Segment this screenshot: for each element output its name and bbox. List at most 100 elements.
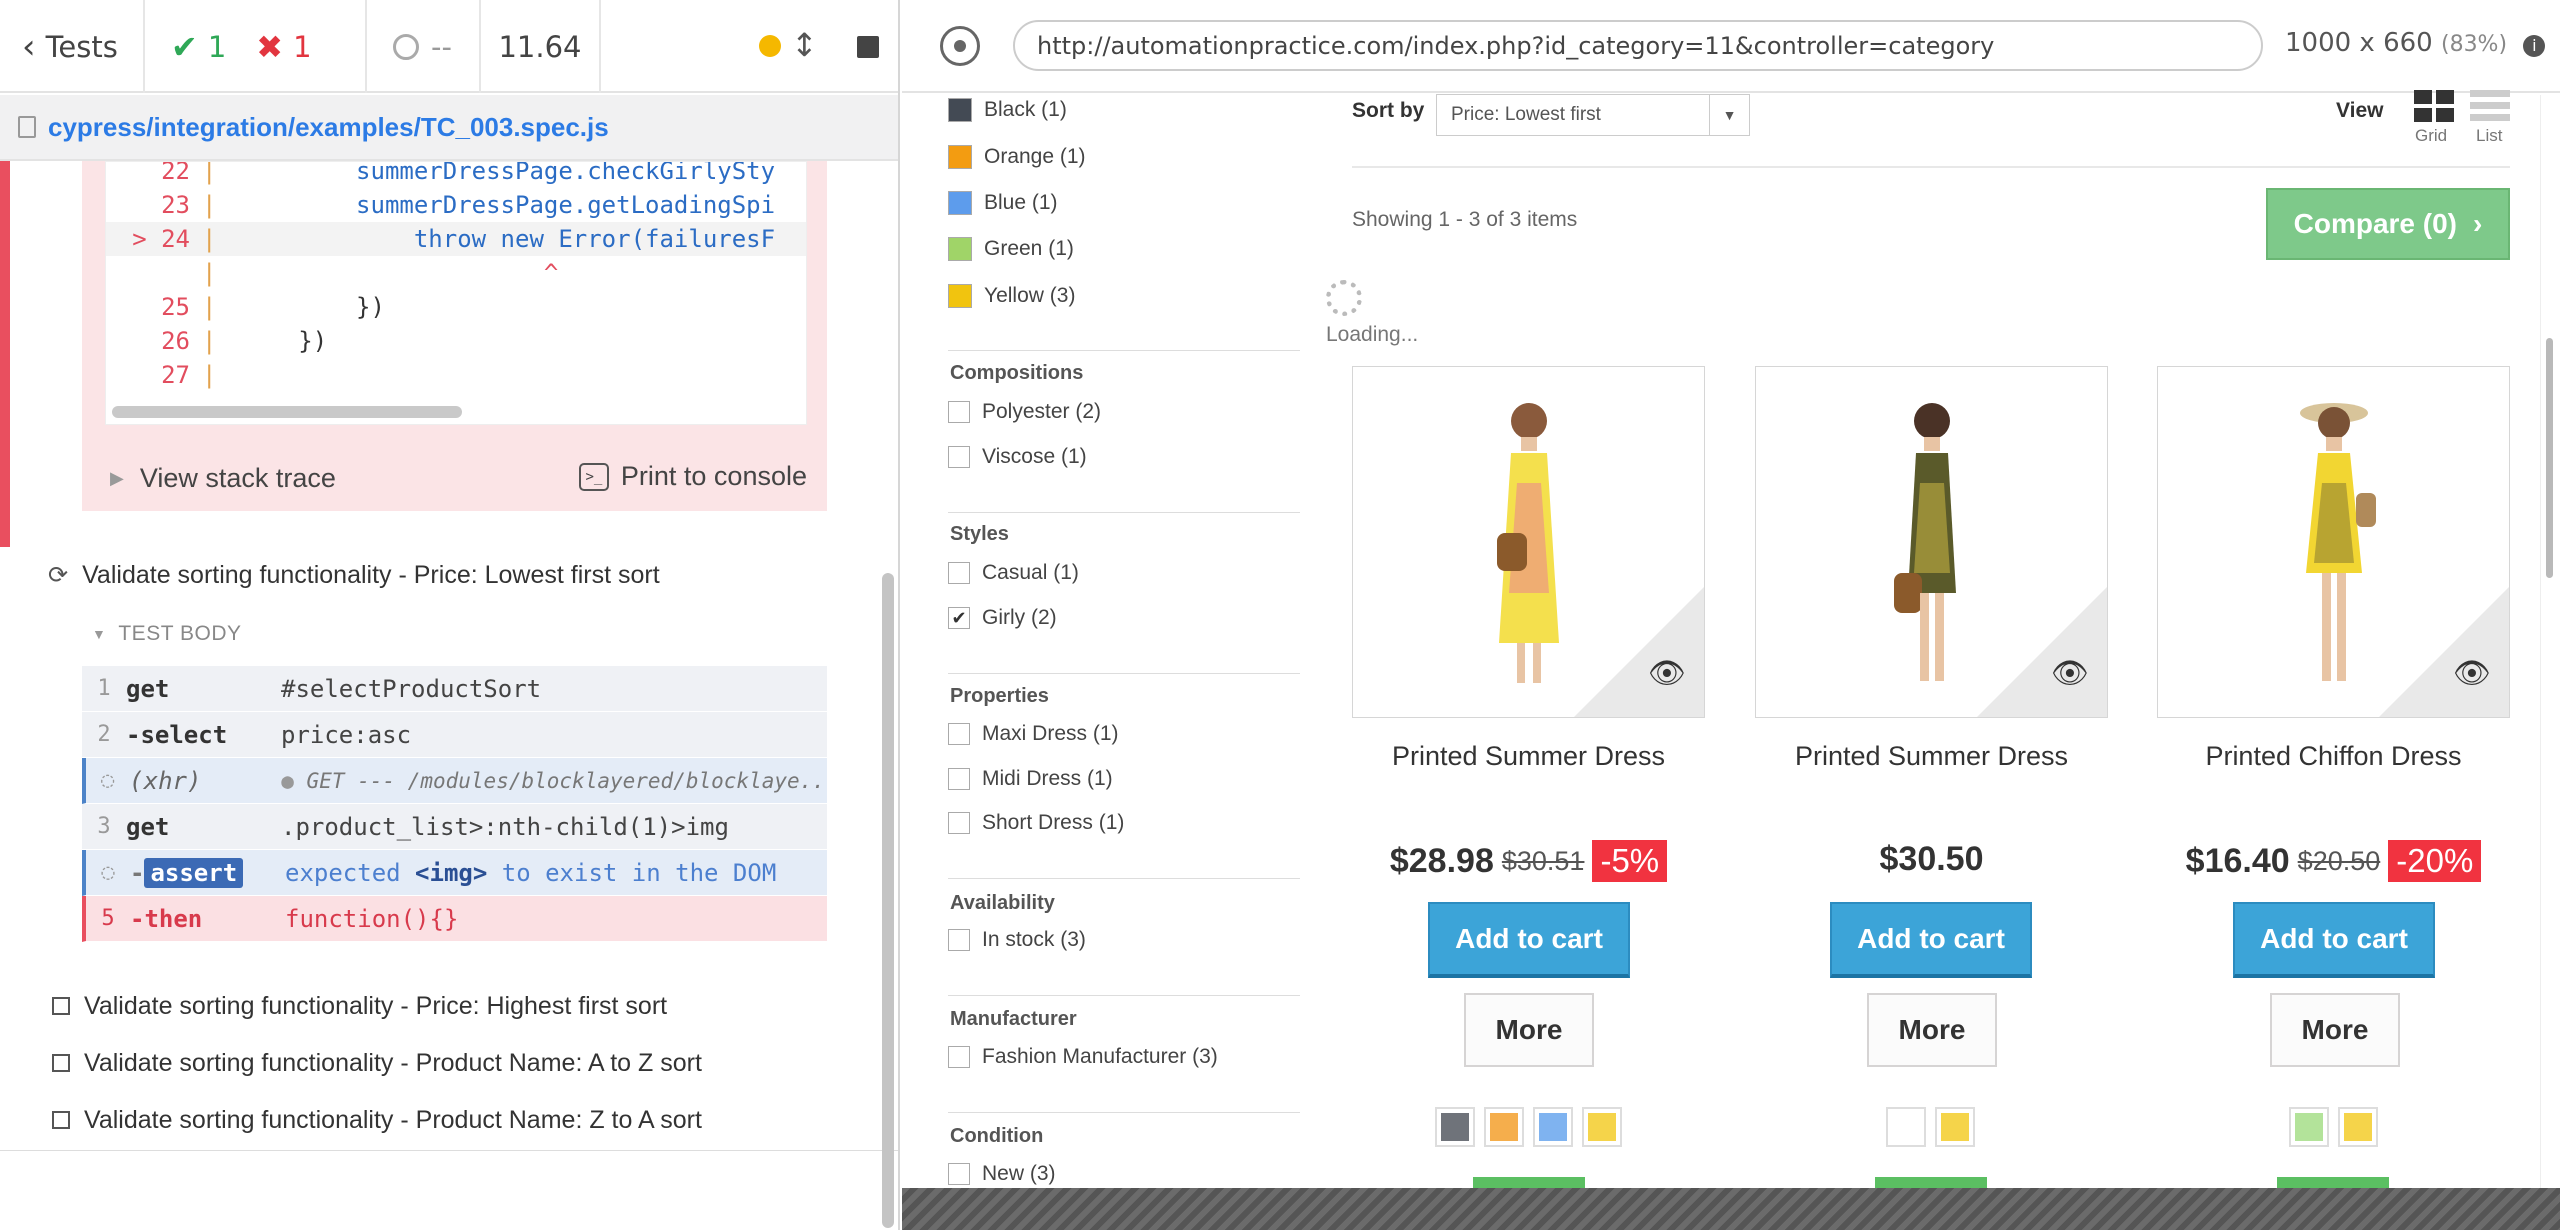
color-swatch[interactable] — [948, 237, 972, 261]
print-to-console-button[interactable]: >_ Print to console — [578, 461, 807, 492]
color-option[interactable] — [2289, 1107, 2329, 1147]
passed-count: 1 — [207, 29, 227, 64]
command-row-failed[interactable]: 5 -then function(){} — [82, 896, 827, 942]
aut-scrollbar[interactable] — [2546, 338, 2553, 578]
product-price-row: $28.98 $30.51 -5% — [1352, 840, 1705, 882]
product-image[interactable]: 👁 — [2157, 366, 2510, 718]
quick-view-eye-icon[interactable]: 👁 — [1648, 656, 1686, 691]
color-option[interactable] — [1582, 1107, 1622, 1147]
color-option[interactable] — [2338, 1107, 2378, 1147]
color-option[interactable] — [1533, 1107, 1573, 1147]
checkbox[interactable] — [948, 812, 970, 834]
running-test[interactable]: ⟳ Validate sorting functionality - Price… — [48, 555, 660, 595]
style-filter[interactable]: ✔ Girly (2) — [948, 606, 1057, 630]
stop-button[interactable] — [857, 36, 879, 58]
old-price: $20.50 — [2297, 845, 2381, 876]
pending-test[interactable]: Validate sorting functionality - Product… — [52, 1043, 702, 1083]
color-option[interactable] — [1484, 1107, 1524, 1147]
color-swatch[interactable] — [948, 284, 972, 308]
grid-label[interactable]: Grid — [2415, 126, 2447, 146]
properties-title: Properties — [950, 685, 1049, 707]
list-label[interactable]: List — [2476, 126, 2502, 146]
grid-view-icon[interactable] — [2414, 90, 2454, 122]
running-test-title: Validate sorting functionality - Price: … — [82, 560, 660, 589]
color-filter-green[interactable]: Green (1) — [948, 237, 1074, 261]
sort-select[interactable]: Price: Lowest first ▼ — [1436, 94, 1750, 136]
running-dot-icon — [759, 35, 781, 57]
tests-button[interactable]: ‹ Tests — [0, 0, 145, 93]
spec-path[interactable]: cypress/integration/examples/TC_003.spec… — [48, 112, 609, 143]
property-filter[interactable]: Short Dress (1) — [948, 811, 1124, 835]
manufacturer-filter[interactable]: Fashion Manufacturer (3) — [948, 1045, 1218, 1069]
compositions-title: Compositions — [950, 362, 1084, 384]
code-line: 23 | summerDressPage.getLoadingSpi — [161, 191, 776, 219]
quick-view-eye-icon[interactable]: 👁 — [2051, 656, 2089, 691]
compare-button[interactable]: Compare (0) › — [2266, 188, 2510, 260]
url-bar[interactable]: http://automationpractice.com/index.php?… — [1013, 20, 2263, 71]
color-option[interactable] — [1886, 1107, 1926, 1147]
product-image[interactable]: 👁 — [1755, 366, 2108, 718]
reporter-scrollbar[interactable] — [882, 573, 894, 1228]
checkbox[interactable] — [948, 768, 970, 790]
product-name[interactable]: Printed Summer Dress — [1352, 741, 1705, 772]
old-price: $30.51 — [1501, 845, 1585, 876]
command-row[interactable]: 1 get #selectProductSort — [82, 666, 827, 712]
command-row[interactable]: 2 -select price:asc — [82, 712, 827, 758]
product-name[interactable]: Printed Chiffon Dress — [2157, 741, 2510, 772]
composition-filter[interactable]: Viscose (1) — [948, 445, 1087, 469]
checkbox[interactable] — [948, 723, 970, 745]
quick-view-eye-icon[interactable]: 👁 — [2453, 656, 2491, 691]
list-view-icon[interactable] — [2470, 90, 2510, 122]
checkbox-checked[interactable]: ✔ — [948, 607, 970, 629]
resize-arrows-icon[interactable]: ↕ — [791, 26, 818, 64]
pending-test[interactable]: Validate sorting functionality - Price: … — [52, 986, 667, 1026]
condition-filter[interactable]: New (3) — [948, 1162, 1056, 1186]
checkbox[interactable] — [948, 929, 970, 951]
product-price-row: $16.40 $20.50 -20% — [2157, 840, 2510, 882]
command-row[interactable]: 3 get .product_list>:nth-child(1)>img — [82, 804, 827, 850]
availability-filter[interactable]: In stock (3) — [948, 928, 1086, 952]
checkbox[interactable] — [948, 562, 970, 584]
color-swatch[interactable] — [948, 145, 972, 169]
pending-test[interactable]: Validate sorting functionality - Product… — [52, 1100, 702, 1140]
style-filter[interactable]: Casual (1) — [948, 561, 1079, 585]
checkbox[interactable] — [948, 401, 970, 423]
status-dot-icon: ● — [281, 768, 294, 793]
view-stack-trace[interactable]: View stack trace — [140, 463, 336, 494]
composition-filter[interactable]: Polyester (2) — [948, 400, 1101, 424]
passed-check-icon: ✔ — [171, 27, 198, 66]
command-row-xhr[interactable]: ◌ (xhr) ● GET --- /modules/blocklayered/… — [82, 758, 827, 804]
info-icon[interactable]: i — [2523, 35, 2546, 57]
caret-right-icon[interactable]: ▶ — [110, 468, 124, 489]
test-body-header[interactable]: ▼ TEST BODY — [92, 622, 242, 646]
view-label: View — [2336, 99, 2384, 122]
color-filter-blue[interactable]: Blue (1) — [948, 191, 1058, 215]
viewport-info[interactable]: 1000 x 660 (83%) i — [2285, 28, 2546, 58]
property-filter[interactable]: Midi Dress (1) — [948, 767, 1113, 791]
color-option[interactable] — [1435, 1107, 1475, 1147]
add-to-cart-button[interactable]: Add to cart — [1428, 902, 1630, 978]
add-to-cart-button[interactable]: Add to cart — [1830, 902, 2032, 978]
selector-playground-icon[interactable] — [940, 26, 980, 66]
checkbox[interactable] — [948, 1163, 970, 1185]
add-to-cart-button[interactable]: Add to cart — [2233, 902, 2435, 978]
discount-badge: -20% — [2388, 840, 2482, 882]
command-row-active[interactable]: ◌ - assert expected <img> to exist in the… — [82, 850, 827, 896]
color-option[interactable] — [1935, 1107, 1975, 1147]
checkbox[interactable] — [948, 446, 970, 468]
color-swatch[interactable] — [948, 191, 972, 215]
checkbox[interactable] — [948, 1046, 970, 1068]
color-filter-orange[interactable]: Orange (1) — [948, 145, 1086, 169]
color-filter-yellow[interactable]: Yellow (3) — [948, 284, 1075, 308]
color-swatch[interactable] — [948, 98, 972, 122]
property-filter[interactable]: Maxi Dress (1) — [948, 722, 1119, 746]
color-filter-black[interactable]: Black (1) — [948, 98, 1067, 122]
more-button[interactable]: More — [1867, 993, 1997, 1067]
code-scrollbar[interactable] — [112, 406, 462, 418]
sort-value: Price: Lowest first — [1451, 104, 1601, 125]
product-image[interactable]: 👁 — [1352, 366, 1705, 718]
more-button[interactable]: More — [2270, 993, 2400, 1067]
more-button[interactable]: More — [1464, 993, 1594, 1067]
product-name[interactable]: Printed Summer Dress — [1755, 741, 2108, 772]
facet-divider — [948, 673, 1300, 674]
